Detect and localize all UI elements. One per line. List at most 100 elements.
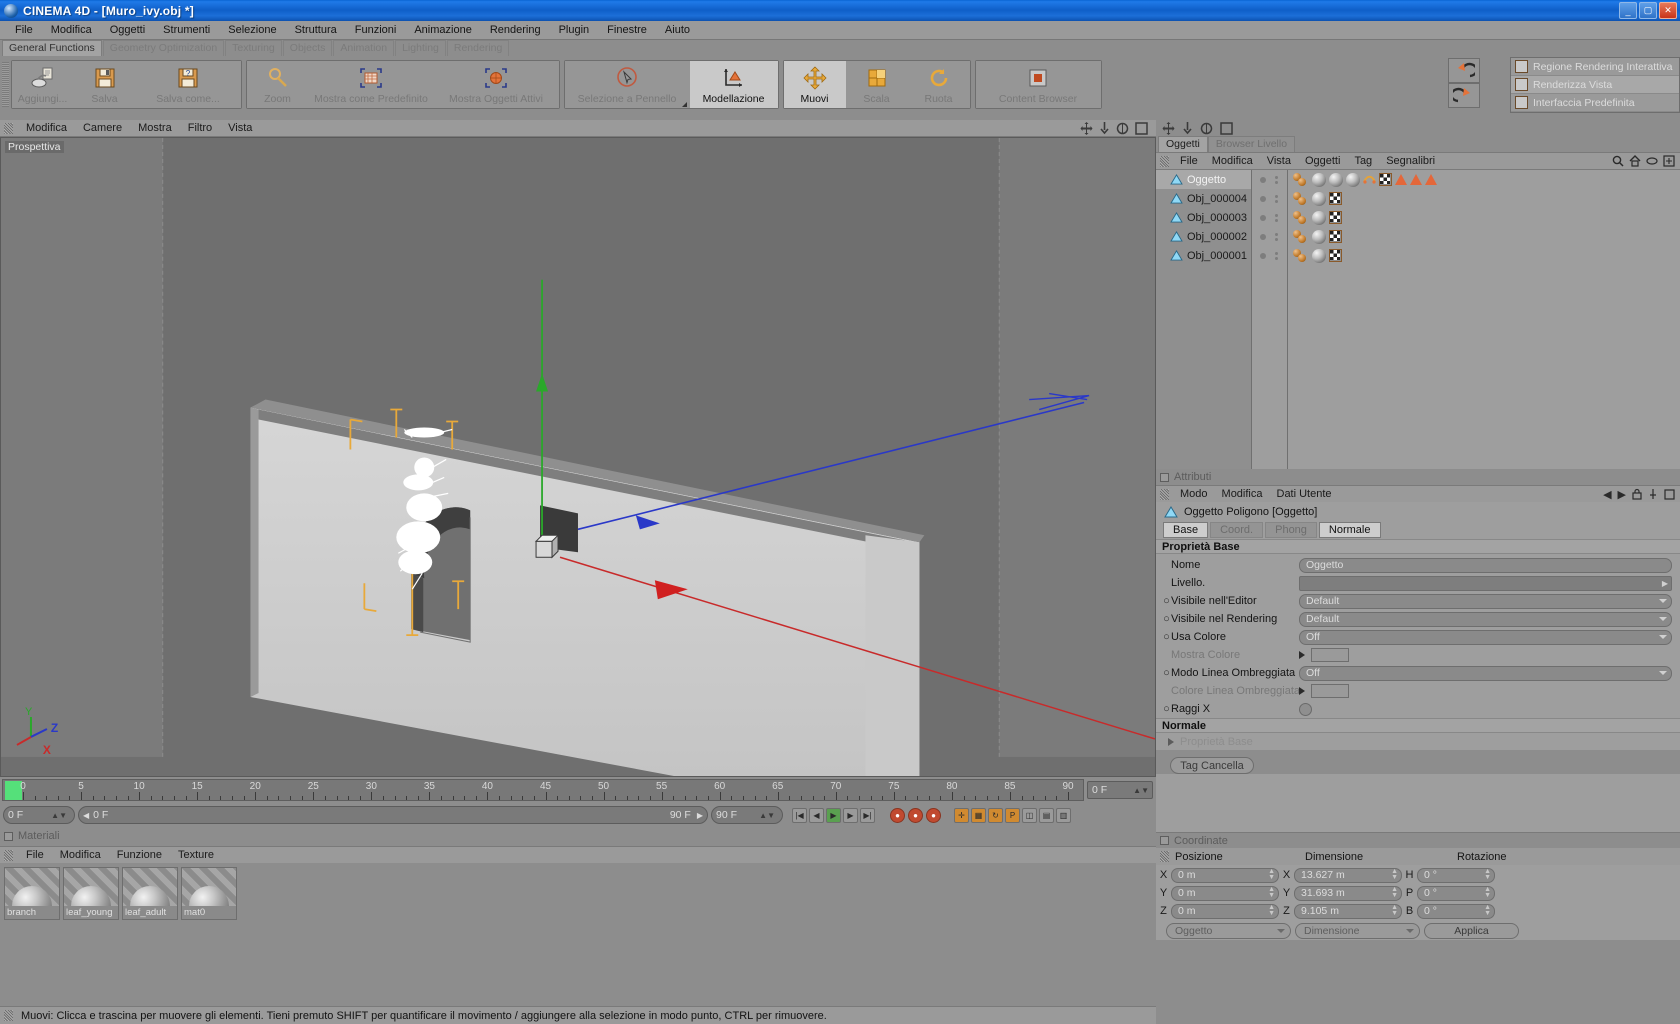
- material-pair-icon[interactable]: [1293, 191, 1309, 206]
- phong-tag-icon[interactable]: [1410, 174, 1422, 185]
- om-menu-oggetti[interactable]: Oggetti: [1298, 153, 1347, 170]
- material-tag-icon[interactable]: [1312, 248, 1326, 263]
- object-row-obj1[interactable]: Obj_000001: [1156, 246, 1251, 265]
- spinner-icon[interactable]: ▲ ▼: [1391, 904, 1398, 917]
- om-menu-modifica[interactable]: Modifica: [1205, 153, 1260, 170]
- flyout-item-interactive-render-region[interactable]: Regione Rendering Interattiva: [1511, 58, 1679, 76]
- material-item-mat0[interactable]: mat0: [181, 867, 237, 920]
- tag-row-oggetto[interactable]: [1288, 170, 1680, 189]
- phong-tag-icon[interactable]: [1425, 174, 1437, 185]
- position-x-input[interactable]: 0 m ▲ ▼: [1171, 867, 1279, 883]
- phong-tag-icon[interactable]: [1395, 174, 1407, 185]
- spinner-icon[interactable]: ▲ ▼: [1268, 904, 1275, 917]
- pan-icon[interactable]: [1080, 121, 1093, 135]
- attr-menu-modo[interactable]: Modo: [1173, 486, 1215, 503]
- tab-general-functions[interactable]: General Functions: [2, 40, 102, 56]
- visibile-editor-dropdown[interactable]: Default: [1299, 593, 1672, 609]
- material-item-leaf-young[interactable]: leaf_young: [63, 867, 119, 920]
- viewport-menu-camere[interactable]: Camere: [75, 120, 130, 137]
- close-button[interactable]: ✕: [1659, 2, 1677, 19]
- attr-tab-coord[interactable]: Coord.: [1210, 522, 1264, 538]
- texture-tag-icon[interactable]: [1329, 230, 1342, 243]
- spinner-icon[interactable]: ▲ ▼: [1484, 868, 1491, 881]
- timeline-options-button[interactable]: ▤: [1039, 807, 1054, 823]
- texture-tag-icon[interactable]: [1379, 173, 1392, 186]
- menu-funzioni[interactable]: Funzioni: [346, 21, 406, 40]
- materials-menu-file[interactable]: File: [18, 847, 52, 864]
- tag-row-obj4[interactable]: [1288, 189, 1680, 208]
- attributes-menu-grip[interactable]: [1160, 488, 1169, 500]
- new-attribute-icon[interactable]: [1664, 488, 1675, 500]
- key-position-button[interactable]: ✛: [954, 807, 969, 823]
- spinner-icon[interactable]: ▲ ▼: [1484, 904, 1491, 917]
- aggiungi-button[interactable]: Aggiungi...: [12, 61, 74, 108]
- goto-end-button[interactable]: ▶|: [860, 807, 875, 823]
- spinner-icon[interactable]: ▲ ▼: [1268, 868, 1275, 881]
- modellazione-button[interactable]: Modellazione: [690, 61, 778, 108]
- material-pair-icon[interactable]: [1293, 229, 1309, 244]
- redo-button[interactable]: [1448, 83, 1480, 108]
- spinner-icon[interactable]: ▲ ▼: [1391, 886, 1398, 899]
- livello-arrow-icon[interactable]: ▶: [1662, 579, 1668, 588]
- attr-tab-phong[interactable]: Phong: [1265, 522, 1317, 538]
- position-y-input[interactable]: 0 m ▲ ▼: [1171, 885, 1279, 901]
- search-icon[interactable]: [1612, 155, 1624, 167]
- om-menu-file[interactable]: File: [1173, 153, 1205, 170]
- play-button[interactable]: ▶: [826, 807, 841, 823]
- tag-row-obj1[interactable]: [1288, 246, 1680, 265]
- dolly-icon[interactable]: [1182, 121, 1193, 135]
- current-frame-spinner[interactable]: ▲▼: [51, 811, 67, 820]
- coordinates-collapse-checkbox[interactable]: [1160, 836, 1169, 845]
- record-button[interactable]: ●: [890, 807, 905, 823]
- sub-proprieta-base[interactable]: Proprietà Base: [1156, 733, 1680, 750]
- frame-range-field[interactable]: ◀ 0 F 90 F ▶: [78, 806, 708, 824]
- preview-end-field[interactable]: 90 F ▲▼: [711, 806, 783, 824]
- material-tag-icon[interactable]: [1312, 229, 1326, 244]
- coordinate-mode-size-dropdown[interactable]: Dimensione: [1295, 923, 1420, 939]
- autokey-button[interactable]: ●: [908, 807, 923, 823]
- menu-selezione[interactable]: Selezione: [219, 21, 285, 40]
- material-tag-icon[interactable]: [1329, 172, 1343, 187]
- tab-animation[interactable]: Animation: [333, 40, 395, 56]
- size-z-input[interactable]: 9.105 m ▲ ▼: [1294, 903, 1402, 919]
- forward-arrow-icon[interactable]: ▶: [1618, 488, 1626, 501]
- timeline-end-spinner[interactable]: ▲▼: [1133, 786, 1149, 795]
- om-menu-tag[interactable]: Tag: [1347, 153, 1379, 170]
- undo-button[interactable]: [1448, 58, 1480, 83]
- material-pair-icon[interactable]: [1293, 172, 1309, 187]
- prev-frame-button[interactable]: ◀: [809, 807, 824, 823]
- new-layer-icon[interactable]: [1663, 155, 1675, 167]
- tag-row-obj2[interactable]: [1288, 227, 1680, 246]
- dolly-icon[interactable]: [1099, 121, 1110, 135]
- selezione-pennello-button[interactable]: Selezione a Pennello: [565, 61, 690, 108]
- timeline-extra-button[interactable]: ▥: [1056, 807, 1071, 823]
- tab-rendering[interactable]: Rendering: [446, 40, 510, 56]
- key-scale-button[interactable]: ▦: [971, 807, 986, 823]
- object-manager-grip[interactable]: [1160, 155, 1169, 167]
- rotate-view-icon[interactable]: [1116, 122, 1129, 135]
- attr-tab-base[interactable]: Base: [1163, 522, 1209, 538]
- object-row-obj3[interactable]: Obj_000003: [1156, 208, 1251, 227]
- colore-linea-swatch[interactable]: [1311, 684, 1349, 698]
- materials-menu-grip[interactable]: [4, 849, 13, 861]
- viewport-menu-mostra[interactable]: Mostra: [130, 120, 180, 137]
- next-frame-button[interactable]: ▶: [843, 807, 858, 823]
- flyout-item-render-view[interactable]: Renderizza Vista: [1511, 76, 1679, 94]
- uvw-tag-icon[interactable]: [1363, 173, 1376, 186]
- material-item-leaf-adult[interactable]: leaf_adult: [122, 867, 178, 920]
- salva-come-button[interactable]: ? Salva come...: [136, 61, 241, 108]
- key-pla-button[interactable]: ◫: [1022, 807, 1037, 823]
- visibility-dots-row[interactable]: [1252, 246, 1287, 265]
- menu-oggetti[interactable]: Oggetti: [101, 21, 154, 40]
- spinner-icon[interactable]: ▲ ▼: [1391, 868, 1398, 881]
- flyout-corner-icon[interactable]: [682, 102, 687, 107]
- rotation-h-input[interactable]: 0 ° ▲ ▼: [1417, 867, 1495, 883]
- tag-row-obj3[interactable]: [1288, 208, 1680, 227]
- size-x-input[interactable]: 13.627 m ▲ ▼: [1294, 867, 1402, 883]
- viewport-3d[interactable]: Prospettiva Y Z X: [0, 137, 1156, 777]
- expand-arrow-icon[interactable]: [1299, 687, 1305, 695]
- goto-start-button[interactable]: |◀: [792, 807, 807, 823]
- viewport-menu-vista[interactable]: Vista: [220, 120, 260, 137]
- material-tag-icon[interactable]: [1312, 172, 1326, 187]
- tab-objects[interactable]: Objects: [282, 40, 333, 56]
